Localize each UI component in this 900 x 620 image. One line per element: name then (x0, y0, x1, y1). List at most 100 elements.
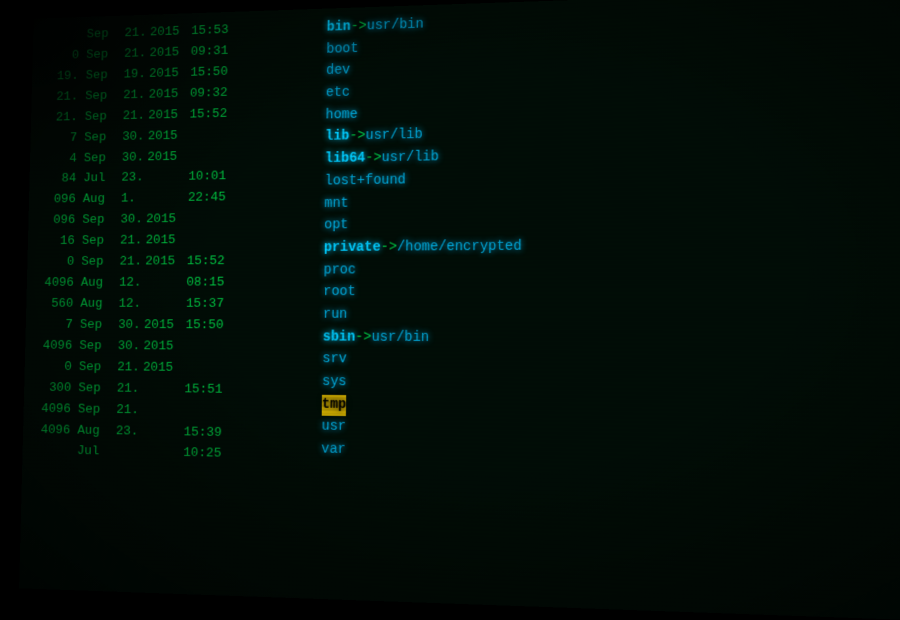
date-time: 15:37 (186, 295, 231, 315)
file-size: 84 (38, 170, 83, 190)
dir-name: boot (326, 39, 358, 61)
date-day: 30. (122, 148, 148, 168)
symlink-arrow: -> (381, 238, 398, 260)
left-row: Jul 10:25 (31, 442, 311, 468)
dir-name: root (323, 282, 356, 303)
date-time (189, 137, 234, 138)
dir-row: proc (323, 257, 900, 281)
date-month: Sep (78, 400, 117, 421)
date-month: Sep (81, 253, 120, 273)
dir-name: proc (323, 260, 356, 281)
symlink-target: usr/lib (381, 148, 439, 170)
symlink-arrow: -> (349, 127, 365, 148)
date-day: 21. (117, 380, 143, 401)
date-year: 2015 (149, 64, 191, 85)
date-year: 2015 (147, 148, 189, 169)
left-row: 16Sep 21.2015 (37, 231, 315, 253)
symlink-target: usr/lib (365, 126, 422, 148)
date-day: 21. (120, 232, 146, 252)
left-row: 0Sep 21.2015 (33, 358, 312, 381)
date-year: 2015 (145, 253, 187, 273)
date-year (142, 434, 184, 435)
dir-name: mnt (324, 193, 348, 214)
file-size: 300 (33, 379, 79, 400)
file-size: 4096 (32, 421, 78, 442)
dir-name: bin (327, 17, 351, 39)
dir-row: sbin -> usr/bin (323, 327, 900, 352)
date-month: Aug (80, 295, 119, 315)
date-day: 21. (124, 24, 150, 44)
left-row: 4096Sep 30.2015 (34, 337, 313, 359)
date-day: 30. (122, 128, 148, 148)
date-year: 2015 (143, 337, 185, 358)
date-day: 12. (118, 295, 144, 315)
date-month: Sep (85, 107, 123, 128)
date-year: 2015 (148, 85, 190, 106)
left-row: 300Sep 21.15:51 (33, 379, 313, 402)
file-size: 4096 (32, 400, 78, 421)
date-year (142, 413, 184, 414)
left-column: Sep 21.201515:530Sep 21.201509:3119.Sep … (28, 18, 317, 588)
date-month: Aug (77, 422, 116, 443)
date-month: Sep (84, 149, 122, 169)
date-day: 12. (119, 274, 145, 294)
date-day: 30. (118, 316, 144, 336)
left-row: 84Jul 23.10:01 (38, 167, 315, 191)
date-year: 2015 (145, 232, 187, 252)
dir-name: lost+found (325, 170, 406, 192)
left-row: 096Sep 30.2015 (37, 209, 315, 232)
date-month: Sep (86, 25, 124, 46)
left-row: 4096Sep 21. (32, 400, 312, 424)
date-month: Jul (77, 443, 116, 464)
dir-name: sys (322, 372, 347, 394)
dir-name: run (323, 305, 348, 326)
date-year: 2015 (150, 23, 192, 44)
file-size: 21. (40, 108, 85, 129)
date-time: 15:52 (187, 253, 232, 273)
dir-name: opt (324, 216, 348, 237)
date-month: Aug (81, 274, 120, 294)
dir-name: home (325, 105, 357, 127)
date-time: 15:53 (191, 21, 236, 42)
date-year: 2015 (148, 106, 190, 127)
right-column: bin -> usr/binbootdevetchomelib -> usr/l… (310, 0, 900, 610)
file-size: 096 (38, 191, 83, 211)
dir-name: etc (326, 83, 350, 105)
date-day: 1. (121, 190, 147, 210)
dir-name: sbin (323, 327, 356, 349)
file-size: 7 (35, 316, 81, 336)
date-month: Aug (83, 190, 122, 210)
dir-name: dev (326, 61, 350, 83)
symlink-arrow: -> (355, 327, 372, 349)
date-month: Sep (84, 128, 122, 149)
dir-name: tmp (322, 395, 347, 417)
dir-name: usr (321, 417, 346, 439)
dir-name: lib64 (325, 149, 366, 171)
terminal-content: Sep 21.201515:530Sep 21.201509:3119.Sep … (19, 0, 900, 620)
date-day: 30. (118, 337, 144, 357)
file-size: 096 (37, 212, 82, 232)
date-day: 21. (123, 86, 149, 106)
symlink-target: /home/encrypted (397, 237, 522, 259)
file-size (42, 37, 87, 38)
date-month: Sep (80, 316, 119, 336)
date-month: Sep (85, 87, 123, 108)
file-size (32, 453, 77, 454)
date-time: 22:45 (188, 189, 233, 210)
date-day: 30. (120, 211, 146, 231)
date-month: Sep (79, 358, 118, 378)
date-day: 21. (124, 45, 150, 65)
dir-row: root (323, 281, 900, 304)
date-day: 21. (117, 358, 143, 378)
left-row: 096Aug 1. 22:45 (38, 188, 315, 211)
symlink-target: usr/bin (371, 327, 429, 349)
file-size: 0 (36, 253, 81, 273)
date-month: Sep (85, 66, 123, 87)
dir-name: srv (322, 350, 347, 372)
file-size: 16 (37, 233, 82, 253)
date-time: 09:32 (190, 84, 235, 105)
date-year: 2015 (149, 43, 191, 64)
file-size: 21. (40, 88, 85, 109)
date-day: 23. (116, 422, 142, 443)
file-size: 4096 (34, 337, 80, 357)
